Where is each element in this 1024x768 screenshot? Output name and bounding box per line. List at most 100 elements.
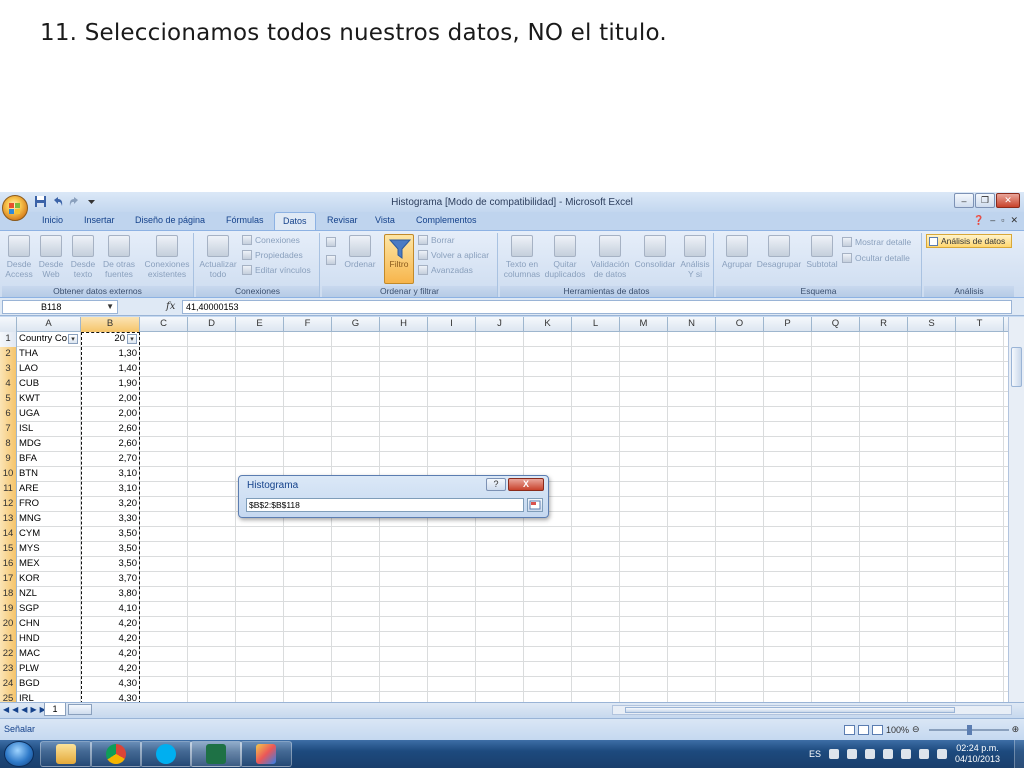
row-header[interactable]: 12 (0, 497, 17, 512)
validacion-button[interactable]: Validación de datos (588, 235, 632, 279)
cell-b[interactable]: 2,00 (81, 407, 140, 422)
cell-empty[interactable] (332, 617, 380, 632)
cell-empty[interactable] (524, 557, 572, 572)
cell-empty[interactable] (716, 557, 764, 572)
cell-empty[interactable] (428, 647, 476, 662)
cell-empty[interactable] (908, 602, 956, 617)
cell-empty[interactable] (236, 632, 284, 647)
dialog-close-button[interactable]: X (508, 478, 544, 491)
cell-b[interactable]: 4,30 (81, 692, 140, 702)
minimize-button[interactable]: – (954, 193, 974, 208)
horizontal-scroll-thumb[interactable] (625, 707, 955, 713)
cell-empty[interactable] (956, 542, 1004, 557)
cell-empty[interactable] (188, 497, 236, 512)
cell-empty[interactable] (620, 392, 668, 407)
cell-empty[interactable] (668, 482, 716, 497)
cell-empty[interactable] (764, 452, 812, 467)
cell-empty[interactable] (716, 587, 764, 602)
cell-empty[interactable] (668, 332, 716, 347)
cell-empty[interactable] (860, 482, 908, 497)
cell-empty[interactable] (572, 407, 620, 422)
filter-dropdown-icon[interactable]: ▾ (68, 334, 78, 344)
cell-empty[interactable] (764, 602, 812, 617)
cell-empty[interactable] (236, 392, 284, 407)
cell-empty[interactable] (380, 587, 428, 602)
cell-empty[interactable] (716, 602, 764, 617)
row-header[interactable]: 8 (0, 437, 17, 452)
taskbar-paint[interactable] (240, 741, 292, 767)
cell-b[interactable]: 3,30 (81, 512, 140, 527)
cell-empty[interactable] (908, 647, 956, 662)
cell-empty[interactable] (620, 572, 668, 587)
cell-a[interactable]: CYM (17, 527, 81, 542)
column-header-l[interactable]: L (572, 317, 620, 332)
cell-empty[interactable] (668, 407, 716, 422)
cell-empty[interactable] (812, 332, 860, 347)
cell-empty[interactable] (956, 647, 1004, 662)
column-header-g[interactable]: G (332, 317, 380, 332)
cell-a[interactable]: MDG (17, 437, 81, 452)
cell-empty[interactable] (716, 572, 764, 587)
cell-empty[interactable] (380, 437, 428, 452)
cell-empty[interactable] (572, 332, 620, 347)
cell-empty[interactable] (284, 632, 332, 647)
cell-b[interactable]: 4,20 (81, 632, 140, 647)
cell-empty[interactable] (188, 632, 236, 647)
cell-empty[interactable] (764, 377, 812, 392)
cell-empty[interactable] (284, 617, 332, 632)
cell-empty[interactable] (236, 527, 284, 542)
cell-a[interactable]: CUB (17, 377, 81, 392)
cell-empty[interactable] (332, 407, 380, 422)
cell-empty[interactable] (380, 407, 428, 422)
cell-empty[interactable] (428, 422, 476, 437)
cell-empty[interactable] (140, 467, 188, 482)
cell-empty[interactable] (524, 647, 572, 662)
cell-empty[interactable] (428, 677, 476, 692)
cell-b[interactable]: 4,20 (81, 662, 140, 677)
cell-empty[interactable] (956, 422, 1004, 437)
cell-empty[interactable] (284, 692, 332, 702)
volume-icon[interactable] (918, 749, 929, 759)
row-header[interactable]: 10 (0, 467, 17, 482)
cell-empty[interactable] (188, 437, 236, 452)
cell-empty[interactable] (524, 692, 572, 702)
cell-b[interactable]: 2,60 (81, 422, 140, 437)
editar-vinculos-button[interactable]: Editar vínculos (242, 265, 311, 275)
cell-a[interactable]: BTN (17, 467, 81, 482)
cell-empty[interactable] (524, 677, 572, 692)
row-header[interactable]: 5 (0, 392, 17, 407)
cell-empty[interactable] (476, 377, 524, 392)
cell-empty[interactable] (140, 647, 188, 662)
cell-empty[interactable] (620, 497, 668, 512)
cell-empty[interactable] (236, 617, 284, 632)
cell-empty[interactable] (380, 572, 428, 587)
cell-empty[interactable] (428, 587, 476, 602)
cell-empty[interactable] (620, 647, 668, 662)
cell-empty[interactable] (140, 482, 188, 497)
cell-empty[interactable] (812, 482, 860, 497)
cell-b[interactable]: 2,00 (81, 392, 140, 407)
cell-empty[interactable] (668, 632, 716, 647)
ribbon-close-icon[interactable]: ✕ (1010, 215, 1018, 226)
cell-empty[interactable] (956, 437, 1004, 452)
cell-empty[interactable] (668, 497, 716, 512)
cell-empty[interactable] (380, 527, 428, 542)
cell-empty[interactable] (476, 587, 524, 602)
cell-empty[interactable] (956, 332, 1004, 347)
cell-empty[interactable] (668, 572, 716, 587)
cell-empty[interactable] (860, 437, 908, 452)
row-header[interactable]: 2 (0, 347, 17, 362)
cell-empty[interactable] (956, 497, 1004, 512)
cell-b[interactable]: 1,30 (81, 347, 140, 362)
zoom-in-icon[interactable]: ⊕ (1012, 724, 1020, 735)
cell-empty[interactable] (476, 632, 524, 647)
cell-empty[interactable] (284, 377, 332, 392)
actualizar-todo-button[interactable]: Actualizar todo (198, 235, 238, 279)
otras-fuentes-button[interactable]: De otras fuentes (100, 235, 138, 279)
cell-empty[interactable] (572, 527, 620, 542)
cell-empty[interactable] (668, 452, 716, 467)
cell-empty[interactable] (524, 452, 572, 467)
cell-empty[interactable] (524, 437, 572, 452)
tab-vista[interactable]: Vista (375, 215, 395, 225)
cell-empty[interactable] (140, 377, 188, 392)
